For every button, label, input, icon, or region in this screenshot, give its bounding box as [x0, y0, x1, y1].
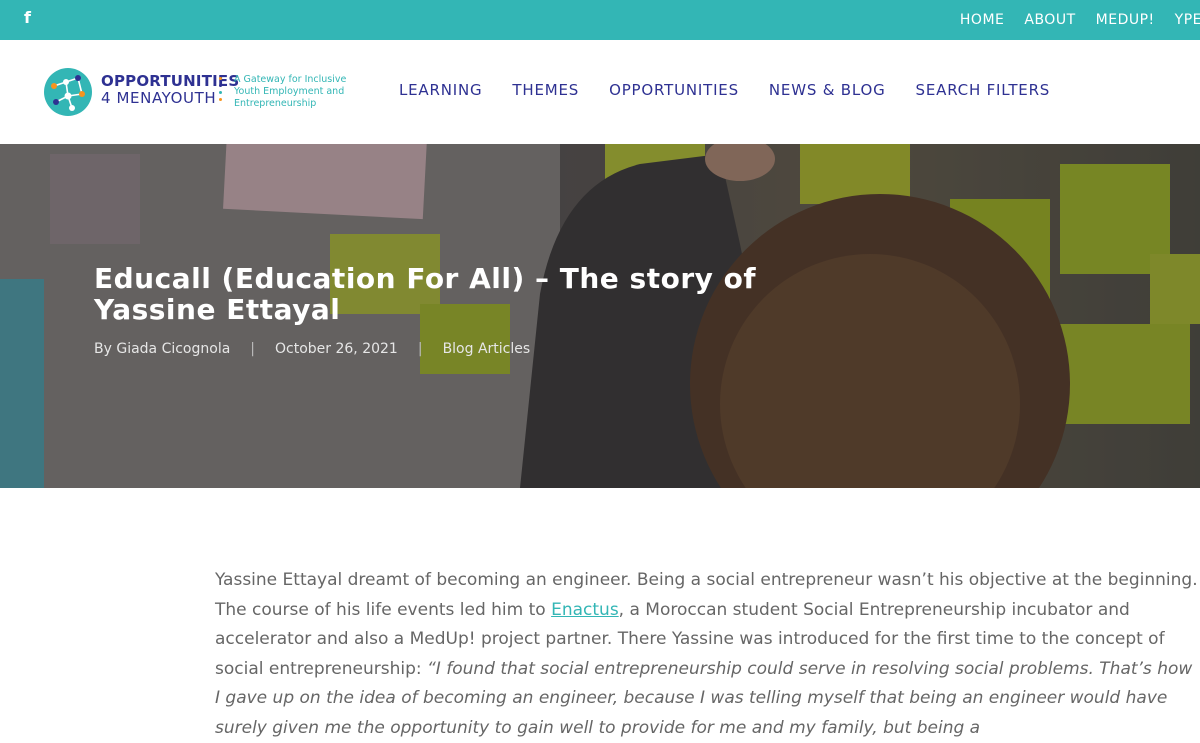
main-nav: LEARNING THEMES OPPORTUNITIES NEWS & BLO…	[399, 81, 1080, 99]
logo-dots	[219, 77, 223, 107]
nav-search-filters[interactable]: SEARCH FILTERS	[916, 81, 1051, 99]
nav-news-blog[interactable]: NEWS & BLOG	[769, 81, 886, 99]
post-author[interactable]: By Giada Cicognola	[94, 341, 230, 357]
nav-themes[interactable]: THEMES	[512, 81, 579, 99]
logo-network-icon	[44, 68, 92, 116]
post-title: Educall (Education For All) – The story …	[94, 262, 757, 326]
site-header: OPPORTUNITIES 4 MENAYOUTH A Gateway for …	[0, 40, 1200, 144]
top-nav-about[interactable]: ABOUT	[1024, 12, 1075, 28]
top-nav-medup[interactable]: MEDUP!	[1096, 12, 1155, 28]
top-bar: f HOME ABOUT MEDUP! YPE	[0, 0, 1200, 40]
article-paragraph: Yassine Ettayal dreamt of becoming an en…	[215, 566, 1200, 743]
hero-banner: Educall (Education For All) – The story …	[0, 144, 1200, 488]
post-meta: By Giada Cicognola | October 26, 2021 | …	[94, 341, 530, 357]
article-body: Yassine Ettayal dreamt of becoming an en…	[215, 566, 1200, 743]
enactus-link[interactable]: Enactus	[551, 600, 619, 620]
top-nav-ype[interactable]: YPE	[1175, 12, 1200, 28]
meta-separator: |	[417, 341, 423, 357]
nav-opportunities[interactable]: OPPORTUNITIES	[609, 81, 739, 99]
site-logo[interactable]: OPPORTUNITIES 4 MENAYOUTH A Gateway for …	[44, 67, 346, 119]
top-nav: HOME ABOUT MEDUP! YPE	[940, 0, 1200, 40]
meta-separator: |	[250, 341, 256, 357]
top-nav-home[interactable]: HOME	[960, 12, 1004, 28]
logo-tagline: A Gateway for Inclusive Youth Employment…	[234, 74, 347, 109]
facebook-icon[interactable]: f	[24, 8, 40, 28]
post-category[interactable]: Blog Articles	[443, 341, 531, 357]
nav-learning[interactable]: LEARNING	[399, 81, 482, 99]
post-date: October 26, 2021	[275, 341, 398, 357]
